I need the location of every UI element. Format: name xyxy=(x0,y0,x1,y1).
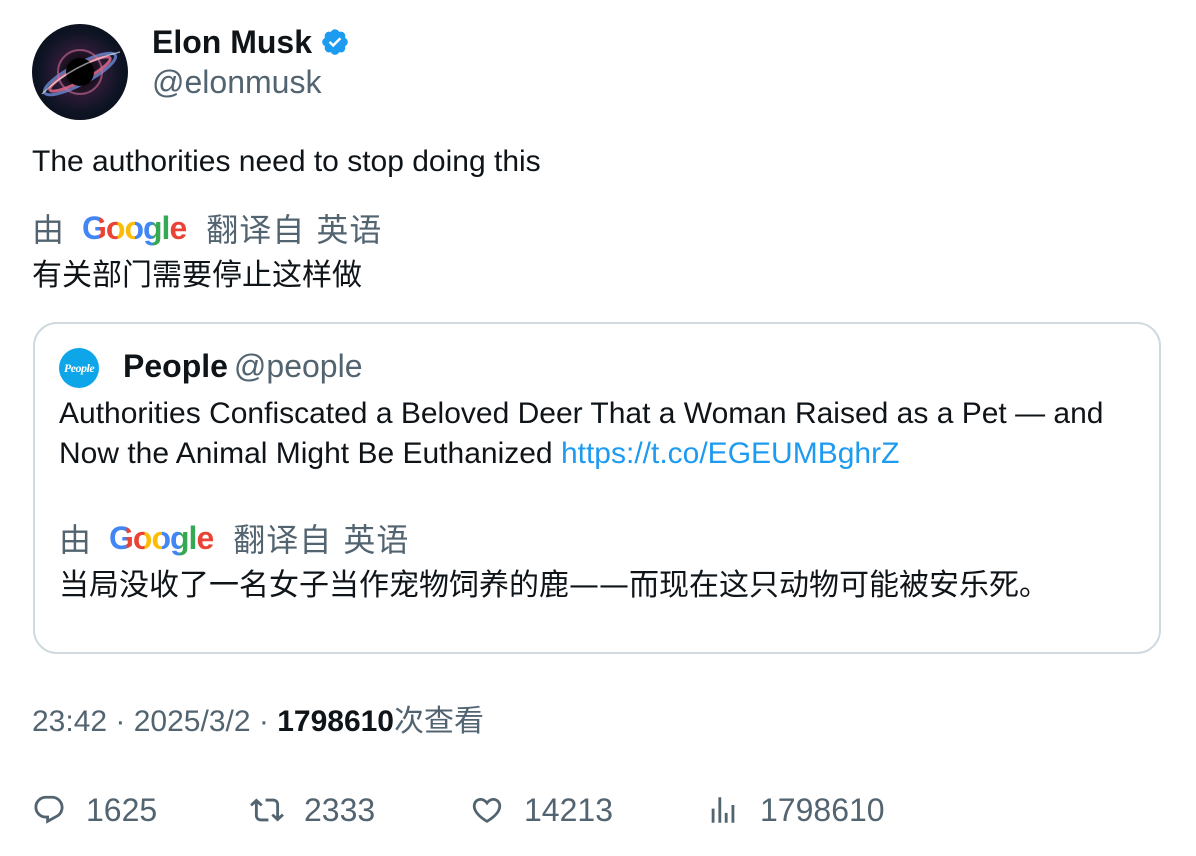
like-button[interactable]: 14213 xyxy=(470,788,613,832)
tweet-time[interactable]: 23:42 xyxy=(32,705,107,738)
author-name[interactable]: Elon Musk xyxy=(152,22,312,62)
action-bar: 1625 2333 14213 1798610 xyxy=(0,788,1196,832)
translated-from-label: 翻译自 英语 xyxy=(206,211,383,249)
views-count: 1798610 xyxy=(760,792,885,828)
views-label: 次查看 xyxy=(394,704,484,739)
like-count: 14213 xyxy=(524,792,613,828)
quoted-translation-attribution[interactable]: 由 Google 翻译自 英语 xyxy=(59,516,409,560)
reply-icon xyxy=(34,795,64,824)
meta-separator: · xyxy=(250,705,278,738)
google-logo: Google xyxy=(82,209,187,246)
like-icon xyxy=(472,797,502,823)
view-count: 1798610 xyxy=(277,705,394,738)
author-name-row[interactable]: Elon Musk xyxy=(152,22,350,62)
translated-from-label: 翻译自 英语 xyxy=(233,521,410,559)
google-logo: Google xyxy=(109,519,214,556)
quoted-author[interactable]: People @people xyxy=(123,346,363,386)
meta-separator: · xyxy=(107,705,134,738)
translated-by-label: 由 xyxy=(59,521,92,559)
tweet-meta: 23:42 · 2025/3/2 · 1798610次查看 xyxy=(32,702,484,742)
avatar[interactable] xyxy=(32,24,128,120)
people-logo: People xyxy=(59,348,99,388)
retweet-icon xyxy=(250,798,284,822)
reply-button[interactable]: 1625 xyxy=(32,788,157,832)
views-button[interactable]: 1798610 xyxy=(706,788,885,832)
tweet-date[interactable]: 2025/3/2 xyxy=(134,705,251,738)
quoted-tweet-link[interactable]: https://t.co/EGEUMBghrZ xyxy=(561,437,899,470)
tweet-text: The authorities need to stop doing this xyxy=(32,145,541,178)
quoted-author-name: People xyxy=(123,348,228,384)
reply-count: 1625 xyxy=(86,792,158,828)
translation-attribution[interactable]: 由 Google 翻译自 英语 xyxy=(32,206,382,250)
quoted-translation-text: 当局没收了一名女子当作宠物饲养的鹿——而现在这只动物可能被安乐死。 xyxy=(59,568,1049,603)
translated-by-label: 由 xyxy=(32,211,65,249)
retweet-button[interactable]: 2333 xyxy=(250,788,375,832)
verified-badge-icon xyxy=(322,29,348,55)
author-handle[interactable]: @elonmusk xyxy=(152,62,321,102)
retweet-count: 2333 xyxy=(304,792,376,828)
quoted-author-handle: @people xyxy=(233,348,363,384)
quoted-tweet-text: Authorities Confiscated a Beloved Deer T… xyxy=(59,394,1139,474)
tweet-translation-text: 有关部门需要停止这样做 xyxy=(32,258,362,293)
views-icon xyxy=(711,797,735,823)
black-hole-avatar-image xyxy=(41,49,121,97)
quoted-tweet-card[interactable]: People People @people Authorities Confisc… xyxy=(33,322,1161,654)
